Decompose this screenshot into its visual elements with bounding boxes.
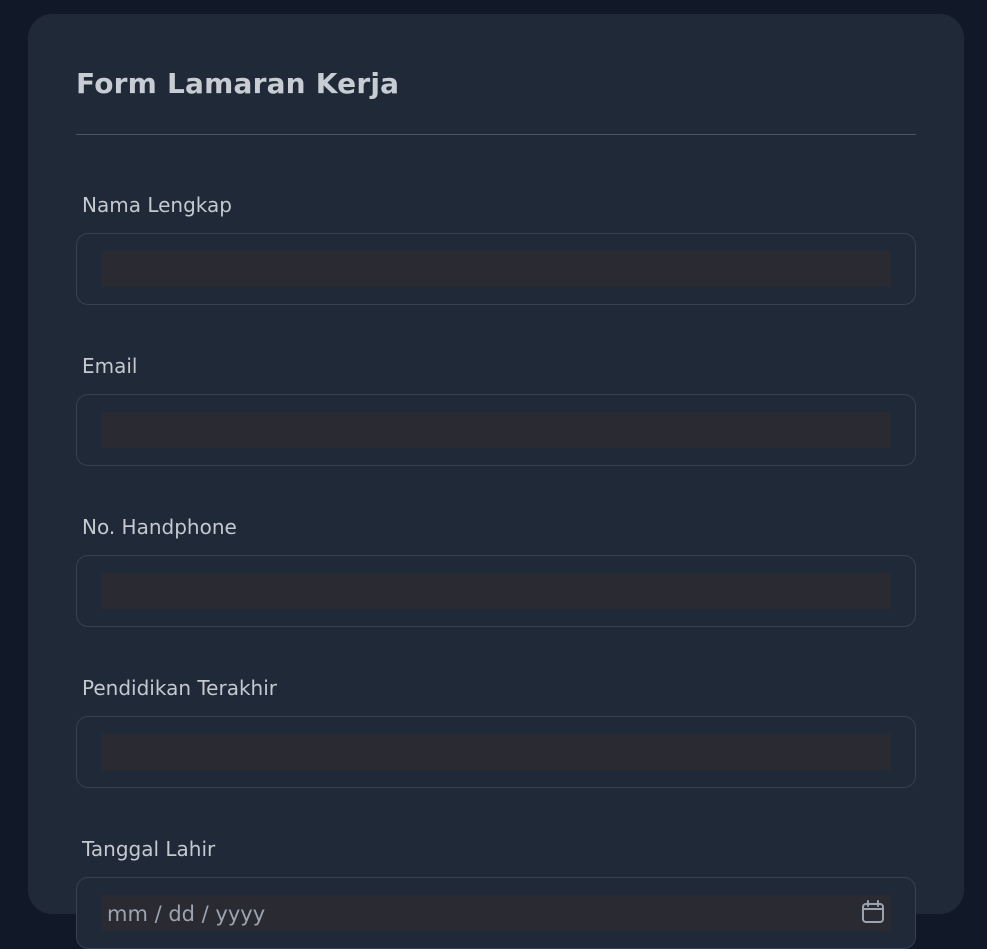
full-name-label: Nama Lengkap (82, 193, 232, 217)
email-label: Email (82, 354, 138, 378)
field-birth-date: Tanggal Lahir mm / dd / yyyy (76, 835, 916, 949)
phone-label: No. Handphone (82, 515, 237, 539)
title-divider (76, 134, 916, 135)
birth-date-field-box[interactable]: mm / dd / yyyy (76, 877, 916, 949)
birth-date-input[interactable]: mm / dd / yyyy (101, 895, 891, 931)
phone-input[interactable] (101, 573, 891, 609)
calendar-icon[interactable] (861, 900, 885, 924)
email-input[interactable] (101, 412, 891, 448)
phone-field-box[interactable] (76, 555, 916, 627)
email-field-box[interactable] (76, 394, 916, 466)
field-education: Pendidikan Terakhir (76, 674, 916, 788)
full-name-field-box[interactable] (76, 233, 916, 305)
education-field-box[interactable] (76, 716, 916, 788)
full-name-input[interactable] (101, 251, 891, 287)
field-email: Email (76, 352, 916, 466)
field-full-name: Nama Lengkap (76, 191, 916, 305)
birth-date-placeholder: mm / dd / yyyy (107, 902, 266, 926)
education-label: Pendidikan Terakhir (82, 676, 277, 700)
birth-date-label: Tanggal Lahir (82, 837, 216, 861)
application-form-card: Form Lamaran Kerja Nama Lengkap Email No… (28, 14, 964, 949)
form-title: Form Lamaran Kerja (76, 67, 400, 100)
education-input[interactable] (101, 734, 891, 770)
field-phone: No. Handphone (76, 513, 916, 627)
